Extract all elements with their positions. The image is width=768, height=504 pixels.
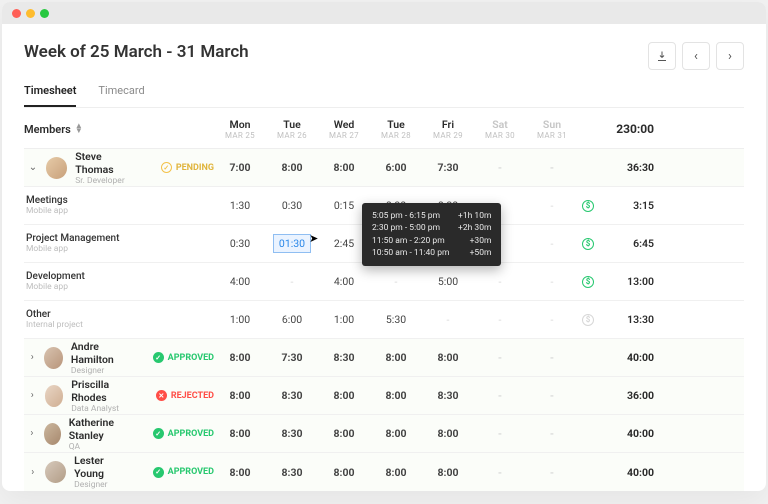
- download-button[interactable]: [648, 42, 676, 70]
- avatar: [45, 385, 64, 407]
- member-row-priscilla[interactable]: › Priscilla RhodesData Analyst ✕REJECTED…: [24, 377, 744, 415]
- day-fri: Fri: [422, 118, 474, 131]
- window-close-dot[interactable]: [12, 9, 21, 18]
- time-cell[interactable]: 6:00: [266, 313, 318, 326]
- window-max-dot[interactable]: [40, 9, 49, 18]
- chevron-down-icon[interactable]: ⌄: [28, 162, 38, 173]
- time-cell[interactable]: 1:00: [214, 313, 266, 326]
- time-cell[interactable]: -: [474, 275, 526, 288]
- tab-timecard[interactable]: Timecard: [98, 84, 144, 107]
- task-project: Mobile app: [26, 244, 214, 254]
- window-min-dot[interactable]: [26, 9, 35, 18]
- status-badge-pending: ✓PENDING: [157, 162, 214, 173]
- member-name: Katherine Stanley: [69, 416, 133, 442]
- cursor-icon: ➤: [309, 232, 318, 245]
- task-project: Mobile app: [26, 282, 214, 292]
- member-role: Sr. Developer: [75, 176, 141, 186]
- task-name: Project Management: [26, 233, 214, 244]
- task-row-project-management: Project ManagementMobile app 0:30 01:30➤…: [24, 225, 744, 263]
- chevron-right-icon[interactable]: ›: [28, 467, 37, 478]
- app-window: Week of 25 March - 31 March ‹ › Timeshee…: [2, 2, 766, 491]
- chevron-right-icon[interactable]: ›: [28, 352, 36, 363]
- member-role: QA: [69, 442, 133, 452]
- status-badge-approved: ✓APPROVED: [149, 467, 214, 478]
- member-role: Designer: [74, 480, 133, 490]
- task-row-other: OtherInternal project 1:00 6:00 1:00 5:3…: [24, 301, 744, 339]
- member-role: Data Analyst: [71, 404, 136, 414]
- day-tue-1: Tue: [266, 118, 318, 131]
- chevron-right-icon[interactable]: ›: [28, 428, 36, 439]
- tabs: Timesheet Timecard: [24, 84, 744, 108]
- task-project: Internal project: [26, 320, 214, 330]
- time-cell[interactable]: -: [474, 313, 526, 326]
- time-cell[interactable]: -: [526, 275, 578, 288]
- member-row-steve[interactable]: ⌄ Steve ThomasSr. Developer ✓PENDING 7:0…: [24, 149, 744, 187]
- member-row-katherine[interactable]: › Katherine StanleyQA ✓APPROVED 8:00 8:3…: [24, 415, 744, 453]
- time-cell[interactable]: 4:00: [214, 275, 266, 288]
- avatar: [46, 157, 67, 179]
- member-name: Andre Hamilton: [71, 340, 133, 366]
- status-badge-approved: ✓APPROVED: [149, 428, 214, 439]
- member-row-lester[interactable]: › Lester YoungDesigner ✓APPROVED 8:00 8:…: [24, 453, 744, 491]
- page-title: Week of 25 March - 31 March: [24, 42, 249, 62]
- time-cell[interactable]: -: [526, 237, 578, 250]
- chevron-right-icon[interactable]: ›: [28, 390, 37, 401]
- status-badge-approved: ✓APPROVED: [149, 352, 214, 363]
- time-cell-editing[interactable]: 01:30➤: [266, 234, 318, 253]
- task-name: Development: [26, 271, 214, 282]
- task-name: Meetings: [26, 195, 214, 206]
- day-wed: Wed: [318, 118, 370, 131]
- time-cell[interactable]: 5:30: [370, 313, 422, 326]
- avatar: [45, 461, 66, 483]
- time-cell[interactable]: 0:30: [214, 237, 266, 250]
- time-cell[interactable]: 4:00: [318, 275, 370, 288]
- prev-week-button[interactable]: ‹: [682, 42, 710, 70]
- time-cell[interactable]: 0:30: [266, 199, 318, 212]
- total-header: 230:00: [598, 122, 658, 136]
- billable-icon: $: [582, 200, 594, 212]
- day-sat: Sat: [474, 118, 526, 131]
- member-role: Designer: [71, 366, 133, 376]
- time-breakdown-tooltip: 5:05 pm - 6:15 pm+1h 10m 2:30 pm - 5:00 …: [362, 203, 501, 266]
- sort-icon: ▲▼: [75, 124, 83, 134]
- time-cell[interactable]: -: [370, 275, 422, 288]
- billable-icon: $: [582, 238, 594, 250]
- non-billable-icon: $: [582, 314, 594, 326]
- day-sun: Sun: [526, 118, 578, 131]
- time-cell[interactable]: 1:30: [214, 199, 266, 212]
- members-header[interactable]: Members ▲▼: [24, 123, 214, 136]
- status-badge-rejected: ✕REJECTED: [152, 390, 214, 401]
- next-week-button[interactable]: ›: [716, 42, 744, 70]
- task-row-development: DevelopmentMobile app 4:00 - 4:00 - 5:00…: [24, 263, 744, 301]
- task-name: Other: [26, 309, 214, 320]
- member-name: Steve Thomas: [75, 150, 141, 176]
- day-mon: Mon: [214, 118, 266, 131]
- day-tue-2: Tue: [370, 118, 422, 131]
- member-row-andre[interactable]: › Andre HamiltonDesigner ✓APPROVED 8:00 …: [24, 339, 744, 377]
- avatar: [44, 423, 61, 445]
- member-name: Lester Young: [74, 454, 133, 480]
- window-titlebar: [2, 2, 766, 24]
- time-cell[interactable]: -: [422, 313, 474, 326]
- members-header-label: Members: [24, 123, 71, 136]
- task-project: Mobile app: [26, 206, 214, 216]
- avatar: [44, 347, 63, 369]
- table-header: Members ▲▼ MonMAR 25 TueMAR 26 WedMAR 27…: [24, 108, 744, 149]
- time-cell[interactable]: 5:00: [422, 275, 474, 288]
- billable-icon: $: [582, 276, 594, 288]
- tab-timesheet[interactable]: Timesheet: [24, 84, 76, 107]
- member-name: Priscilla Rhodes: [71, 378, 136, 404]
- time-cell[interactable]: 1:00: [318, 313, 370, 326]
- time-cell[interactable]: -: [266, 275, 318, 288]
- time-cell[interactable]: -: [526, 313, 578, 326]
- time-cell[interactable]: -: [526, 199, 578, 212]
